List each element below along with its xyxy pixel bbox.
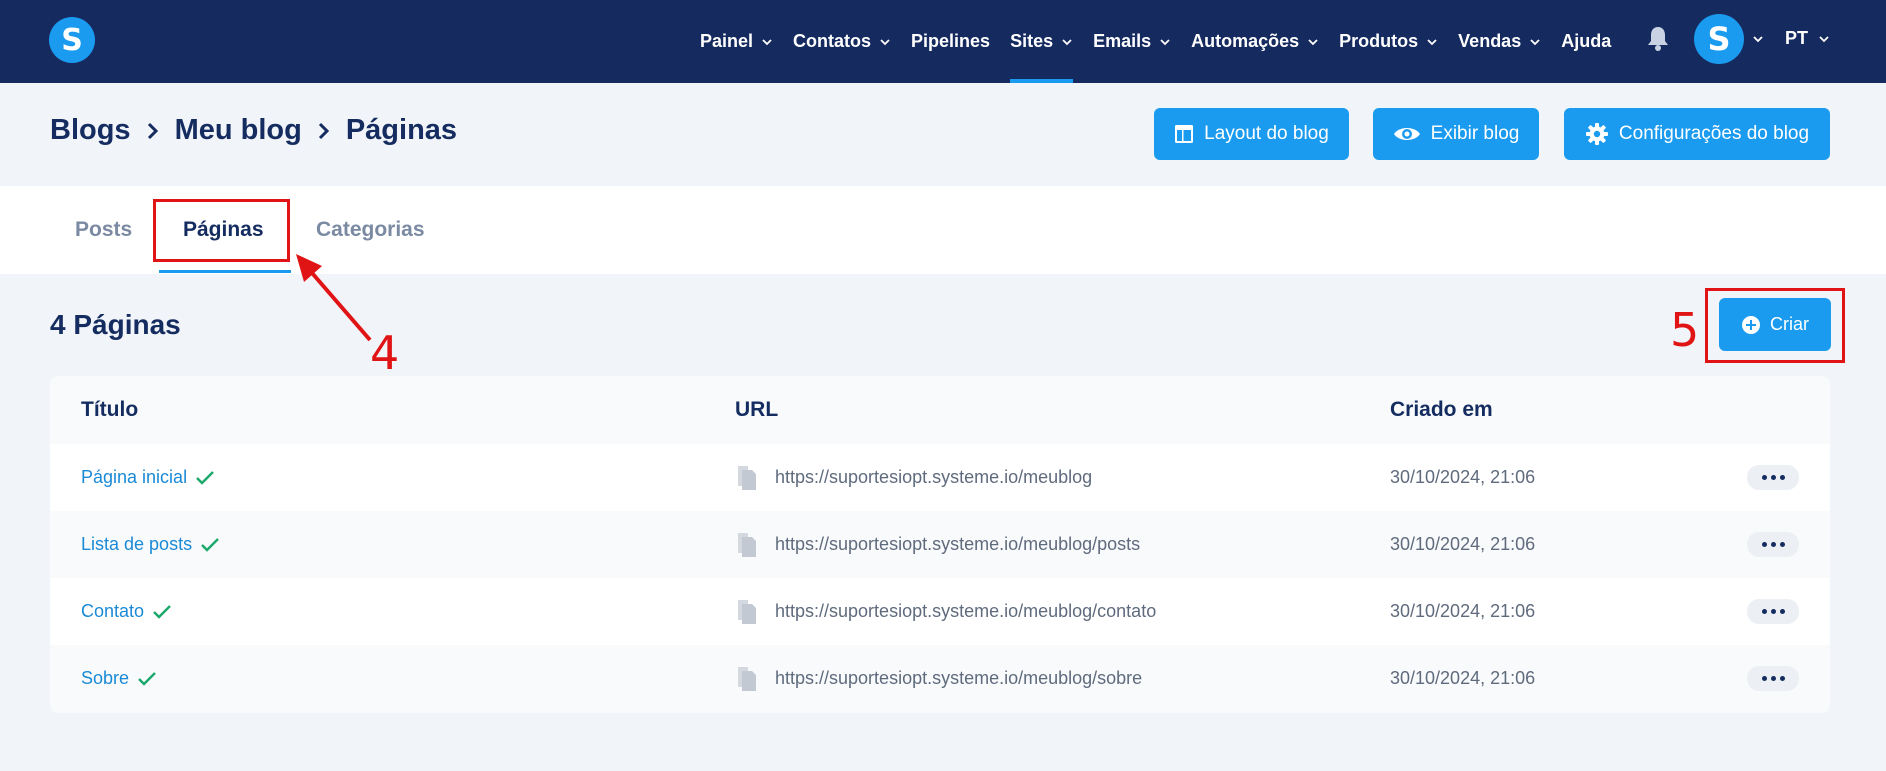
- annotation-box-tab: [153, 199, 290, 262]
- nav-ajuda[interactable]: Ajuda: [1561, 0, 1611, 83]
- button-label: Layout do blog: [1204, 123, 1329, 144]
- nav-vendas[interactable]: Vendas: [1458, 0, 1541, 83]
- created-cell: 30/10/2024, 21:06: [1390, 668, 1536, 688]
- created-cell: 30/10/2024, 21:06: [1390, 467, 1536, 487]
- copy-icon[interactable]: [735, 465, 757, 491]
- title-cell: Contato: [81, 578, 172, 645]
- page-title-link[interactable]: Lista de posts: [81, 534, 192, 555]
- chevron-down-icon: [762, 38, 772, 45]
- chevron-right-icon: [147, 122, 158, 139]
- button-label: Exibir blog: [1430, 123, 1520, 144]
- nav-label: Vendas: [1458, 31, 1522, 51]
- annotation-step-5: 5: [1670, 303, 1700, 357]
- nav-label: Sites: [1010, 31, 1054, 51]
- user-avatar[interactable]: S: [1694, 14, 1744, 64]
- page-title-link[interactable]: Contato: [81, 601, 144, 622]
- created-cell: 30/10/2024, 21:06: [1390, 534, 1536, 554]
- table-row: Sobre https://suportesiopt.systeme.io/me…: [50, 645, 1830, 712]
- pages-table: Título URL Criado em Página inicial http…: [50, 376, 1830, 713]
- copy-icon[interactable]: [735, 532, 757, 558]
- nav-pipelines[interactable]: Pipelines: [911, 0, 990, 83]
- eye-icon: [1393, 128, 1420, 140]
- tab-posts[interactable]: Posts: [75, 186, 132, 274]
- page-url: https://suportesiopt.systeme.io/meublog: [775, 467, 1093, 487]
- page-url: https://suportesiopt.systeme.io/meublog/…: [775, 534, 1141, 554]
- check-icon: [138, 671, 156, 686]
- nav-label: Contatos: [793, 31, 872, 51]
- more-actions-button[interactable]: [1747, 465, 1799, 490]
- annotation-step-4: 4: [370, 326, 400, 380]
- copy-icon[interactable]: [735, 599, 757, 625]
- nav-automacoes[interactable]: Automações: [1191, 0, 1319, 83]
- nav-painel[interactable]: Painel: [700, 0, 773, 83]
- chevron-down-icon: [880, 38, 890, 45]
- check-icon: [153, 604, 171, 619]
- table-row: Página inicial https://suportesiopt.syst…: [50, 444, 1830, 511]
- nav-label: Emails: [1093, 31, 1152, 51]
- language-label: PT: [1785, 28, 1809, 48]
- page-url: https://suportesiopt.systeme.io/meublog/…: [775, 601, 1157, 621]
- nav-label: Automações: [1191, 31, 1300, 51]
- title-cell: Página inicial: [81, 444, 215, 511]
- nav-produtos[interactable]: Produtos: [1339, 0, 1438, 83]
- page-title-link[interactable]: Página inicial: [81, 467, 187, 488]
- breadcrumb-blogs[interactable]: Blogs: [50, 114, 131, 147]
- created-cell: 30/10/2024, 21:06: [1390, 601, 1536, 621]
- blog-settings-button[interactable]: Configurações do blog: [1564, 108, 1830, 160]
- active-tab-indicator: [159, 270, 291, 273]
- annotation-box-create: [1705, 288, 1845, 363]
- layout-blog-button[interactable]: Layout do blog: [1154, 108, 1349, 160]
- button-label: Configurações do blog: [1618, 123, 1810, 144]
- nav-emails[interactable]: Emails: [1093, 0, 1171, 83]
- nav-label: Produtos: [1339, 31, 1419, 51]
- page-title-link[interactable]: Sobre: [81, 668, 129, 689]
- chevron-down-icon: [1530, 38, 1540, 45]
- language-selector[interactable]: PT: [1785, 0, 1830, 77]
- top-navbar: S Painel Contatos Pipelines Sites Emails…: [0, 0, 1886, 83]
- chevron-down-icon: [1160, 38, 1170, 45]
- chevron-down-icon: [1427, 38, 1437, 45]
- chevron-down-icon: [1062, 38, 1072, 45]
- pages-count-title: 4 Páginas: [50, 309, 181, 340]
- chevron-down-icon: [1819, 35, 1829, 42]
- breadcrumb: Blogs Meu blog Páginas: [50, 114, 457, 147]
- table-row: Lista de posts https://suportesiopt.syst…: [50, 511, 1830, 578]
- breadcrumb-meu-blog[interactable]: Meu blog: [175, 114, 302, 147]
- annotation-arrow-icon: [296, 254, 372, 342]
- url-cell: https://suportesiopt.systeme.io/meublog/…: [735, 511, 1140, 578]
- column-header-url: URL: [735, 398, 779, 421]
- copy-icon[interactable]: [735, 666, 757, 692]
- bell-icon[interactable]: [1645, 24, 1671, 52]
- view-blog-button[interactable]: Exibir blog: [1373, 108, 1539, 160]
- nav-sites[interactable]: Sites: [1010, 0, 1074, 83]
- main-menu: Painel Contatos Pipelines Sites Emails A…: [700, 0, 1631, 83]
- chevron-right-icon: [318, 122, 329, 139]
- page-url: https://suportesiopt.systeme.io/meublog/…: [775, 668, 1143, 688]
- nav-label: Ajuda: [1561, 31, 1612, 51]
- check-icon: [201, 537, 219, 552]
- nav-label: Pipelines: [911, 31, 991, 51]
- chevron-down-icon: [1308, 38, 1318, 45]
- more-actions-button[interactable]: [1747, 532, 1799, 557]
- nav-contatos[interactable]: Contatos: [793, 0, 891, 83]
- url-cell: https://suportesiopt.systeme.io/meublog/…: [735, 645, 1142, 712]
- chevron-down-icon[interactable]: [1752, 33, 1764, 45]
- gear-icon: [1585, 123, 1608, 145]
- systeme-logo[interactable]: S: [49, 17, 95, 63]
- nav-label: Painel: [700, 31, 754, 51]
- url-cell: https://suportesiopt.systeme.io/meublog: [735, 444, 1092, 511]
- more-actions-button[interactable]: [1747, 599, 1799, 624]
- url-cell: https://suportesiopt.systeme.io/meublog/…: [735, 578, 1156, 645]
- column-header-title: Título: [81, 398, 139, 421]
- table-header: Título URL Criado em: [50, 376, 1830, 444]
- title-cell: Lista de posts: [81, 511, 220, 578]
- title-cell: Sobre: [81, 645, 157, 712]
- breadcrumb-paginas: Páginas: [345, 114, 458, 146]
- column-header-created: Criado em: [1390, 398, 1493, 421]
- layout-icon: [1175, 125, 1194, 143]
- check-icon: [196, 470, 214, 485]
- more-actions-button[interactable]: [1747, 666, 1799, 691]
- table-row: Contato https://suportesiopt.systeme.io/…: [50, 578, 1830, 645]
